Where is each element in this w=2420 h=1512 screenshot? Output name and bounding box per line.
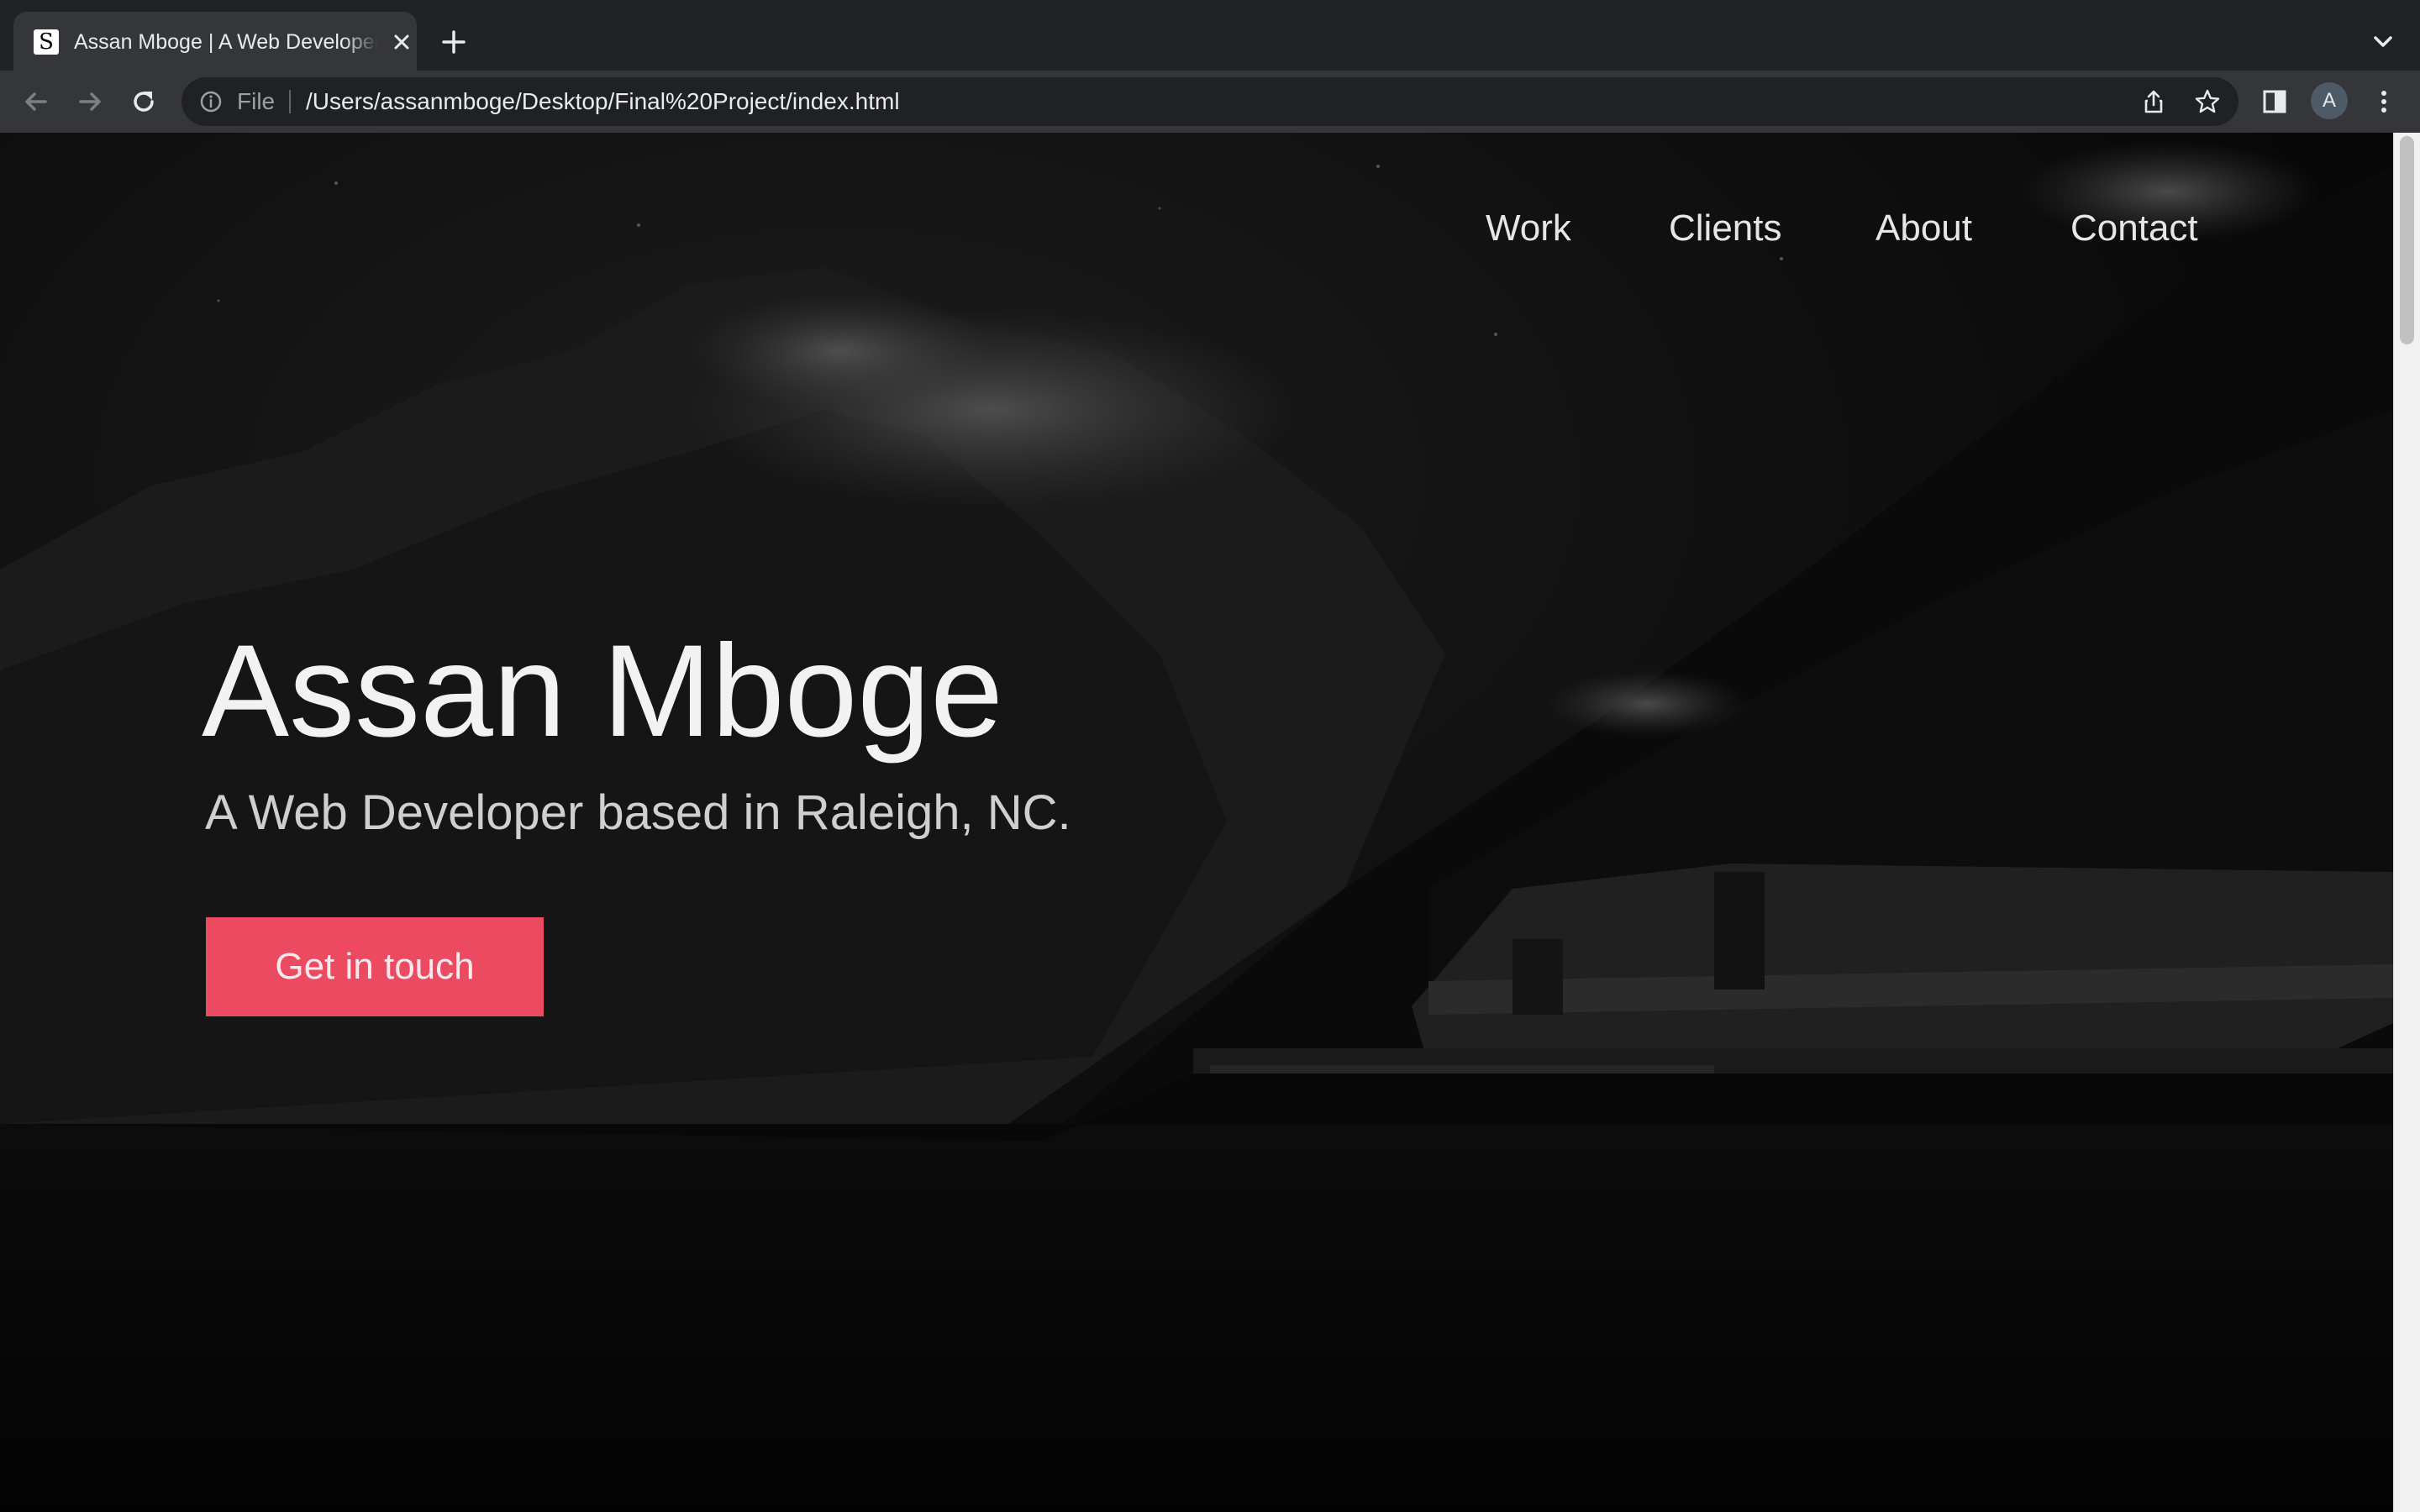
hero-tagline: A Web Developer based in Raleigh, NC. [205, 785, 1071, 840]
browser-chrome: S Assan Mboge | A Web Developer based in… [0, 0, 2420, 133]
address-divider [289, 90, 291, 113]
get-in-touch-button[interactable]: Get in touch [206, 917, 544, 1016]
share-icon[interactable] [2139, 87, 2168, 116]
site-favicon-icon: S [34, 29, 59, 55]
address-bar[interactable]: File /Users/assanmboge/Desktop/Final%20P… [182, 77, 2238, 126]
tab-title-fade [343, 25, 378, 59]
nav-link-about[interactable]: About [1876, 203, 1972, 254]
more-menu-icon[interactable] [2366, 84, 2402, 119]
chevron-down-icon[interactable] [2366, 25, 2400, 59]
browser-tab-active[interactable]: S Assan Mboge | A Web Developer based in… [13, 12, 417, 71]
new-tab-icon[interactable] [435, 24, 472, 60]
nav-link-contact[interactable]: Contact [2070, 203, 2198, 254]
info-icon[interactable] [198, 89, 224, 114]
side-panel-icon[interactable] [2257, 84, 2292, 119]
nav-link-clients[interactable]: Clients [1669, 203, 1782, 254]
star-bookmark-icon[interactable] [2193, 87, 2222, 116]
reload-icon[interactable] [126, 84, 161, 119]
nav-link-work[interactable]: Work [1486, 203, 1571, 254]
browser-toolbar: File /Users/assanmboge/Desktop/Final%20P… [0, 71, 2420, 133]
page-viewport: Work Clients About Contact Assan Mboge A… [0, 133, 2393, 1512]
tab-title: Assan Mboge | A Web Developer based in R… [74, 30, 378, 54]
profile-avatar[interactable]: A [2311, 82, 2348, 119]
url-scheme-label: File [237, 88, 276, 114]
close-tab-icon[interactable] [387, 27, 417, 57]
tab-strip: S Assan Mboge | A Web Developer based in… [0, 0, 2420, 71]
page-scrollbar[interactable] [2393, 133, 2420, 1512]
forward-arrow-icon[interactable] [72, 84, 108, 119]
scrollbar-thumb[interactable] [2400, 136, 2414, 344]
hero-name-heading: Assan Mboge [202, 618, 1003, 764]
url-text[interactable]: /Users/assanmboge/Desktop/Final%20Projec… [306, 87, 900, 116]
back-arrow-icon[interactable] [18, 84, 54, 119]
